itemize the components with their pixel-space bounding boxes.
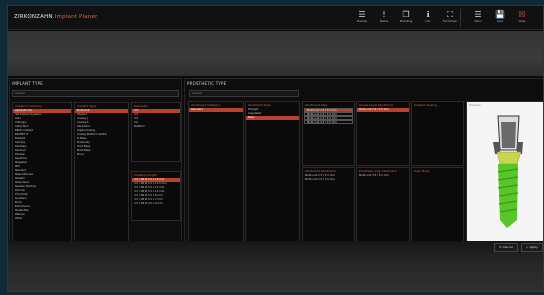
toolbar-label: Info xyxy=(425,20,431,23)
abutment-channel xyxy=(501,122,516,148)
implant-3d-viewer[interactable]: Preview xyxy=(466,101,543,251)
app-window: ZIRKONZAHN.Implant Planer ☰ Preview! Statu… xyxy=(7,5,544,292)
implant-collar xyxy=(496,151,522,165)
info-icon: ℹ xyxy=(426,10,430,19)
list-item[interactable]: Standard xyxy=(189,108,243,112)
list-item[interactable]: Multi-unit 2.5 / 3.5 mm xyxy=(357,108,409,112)
toolbar-label: Preview xyxy=(356,20,368,23)
toolbar-label: Close xyxy=(518,20,526,23)
app-logo: ZIRKONZAHN.Implant Planer xyxy=(14,14,98,20)
implant-col-1: Implant Type Multi-Unit Implant Analog L Ana… xyxy=(74,102,129,256)
list-item[interactable]: Base xyxy=(246,116,299,120)
prosthetic-col-0: Abutment Category Standard xyxy=(188,101,244,251)
implant-length-list: Implant Length 3.5 / NP Ø 3.5 L 10 mm 3.5 … xyxy=(131,171,181,221)
info-button[interactable]: ℹ Info xyxy=(418,9,438,29)
title-bar: ZIRKONZAHN.Implant Planer ☰ Preview! Statu… xyxy=(8,6,543,30)
list-item[interactable]: Platform xyxy=(132,125,180,129)
implant-col-2: Diameter 3.5 4.0 4.5 5.0 Platform xyxy=(131,102,181,162)
footer-bar: ✕ Cancel ✓ Apply xyxy=(8,241,543,291)
prosthetic-col-1: Abutment Type Straight Angulated Base xyxy=(245,101,300,251)
status-button[interactable]: ! Status xyxy=(374,9,394,29)
brand-name: ZIRKONZAHN xyxy=(14,14,53,20)
prosthetic-panel-title: PROSTHETIC TYPE xyxy=(187,81,227,86)
toolbar-label: Full Screen xyxy=(442,20,458,23)
header-band xyxy=(8,31,543,76)
close-icon: ☒ xyxy=(518,10,526,19)
prosthetic-col-4: Implant Analog xyxy=(411,101,464,166)
implant-col-0: Implant Company Alpha-Bio Tec 3M Implant S… xyxy=(12,102,72,256)
prosthetic-col-3: Screw-Level Abutment Multi-unit 2.5 / 3.5… xyxy=(356,101,410,166)
toolbar-separator xyxy=(460,9,461,27)
list-icon: ☰ xyxy=(358,10,366,19)
save-button[interactable]: 💾 Save xyxy=(490,9,510,29)
prosthetic-lower-0: Abutment Abutment Multi-unit 2.5 / 3.5 mm… xyxy=(302,167,355,251)
cancel-button[interactable]: ✕ Cancel xyxy=(494,243,518,252)
menu-icon: ☰ xyxy=(474,10,482,19)
preview-button[interactable]: ☰ Preview xyxy=(352,9,372,29)
toolbar-label: Status xyxy=(379,20,389,23)
prosthetic-lower-2-header: Scan Body xyxy=(414,169,430,173)
list-item[interactable]: Multi-unit 2.5 / 3.5 mm xyxy=(304,120,353,124)
toolbar-label: Save xyxy=(496,20,504,23)
prosthetic-col-4-header: Implant Analog xyxy=(414,103,437,107)
implant-panel-title: IMPLANT TYPE xyxy=(12,81,44,86)
list-item[interactable]: Multi-unit 3.5 / 3.5 mm xyxy=(357,174,409,178)
alert-icon: ! xyxy=(382,10,386,19)
save-icon: 💾 xyxy=(495,10,505,19)
modelling-button[interactable]: ❐ Modelling xyxy=(396,9,416,29)
product-name: .Implant Planer xyxy=(52,14,98,20)
toolbar-label: Menu xyxy=(474,20,482,23)
prosthetic-lower-2: Scan Body xyxy=(411,167,464,251)
toolbar-label: Modelling xyxy=(399,20,413,23)
full-screen-button[interactable]: ⛶ Full Screen xyxy=(440,9,460,29)
list-item[interactable]: 3.5 / NP Ø 3.5 L 9 mm xyxy=(132,202,180,206)
prosthetic-search-input[interactable]: Search xyxy=(189,90,299,97)
list-item[interactable]: Mono xyxy=(75,153,128,157)
apply-button[interactable]: ✓ Apply xyxy=(521,243,543,252)
menu-button[interactable]: ☰ Menu xyxy=(468,9,488,29)
cancel-label: Cancel xyxy=(502,245,513,249)
selection-area: IMPLANT TYPE Search Implant Company Alpha… xyxy=(8,76,543,256)
list-item[interactable]: Other xyxy=(13,217,71,221)
prosthetic-type-panel: PROSTHETIC TYPE Search Abutment Category… xyxy=(184,78,543,256)
prosthetic-col-2: Abutment Size Multi-unit 2.5 / 3.5 mm Mult… xyxy=(302,101,355,166)
implant-model xyxy=(493,115,523,228)
copy-icon: ❐ xyxy=(402,10,410,19)
list-item[interactable]: Multi-unit 2.5 / 3.5 mm xyxy=(303,178,354,182)
fullscreen-icon: ⛶ xyxy=(447,10,453,19)
apply-label: Apply xyxy=(529,245,538,249)
close-button[interactable]: ☒ Close xyxy=(512,9,532,29)
viewer-label: Preview xyxy=(469,103,481,107)
prosthetic-lower-1: Prosthetic Cap Abutment Multi-unit 3.5 / … xyxy=(356,167,410,251)
implant-search-input[interactable]: Search xyxy=(12,90,179,97)
implant-type-panel: IMPLANT TYPE Search Implant Company Alpha… xyxy=(9,78,182,256)
